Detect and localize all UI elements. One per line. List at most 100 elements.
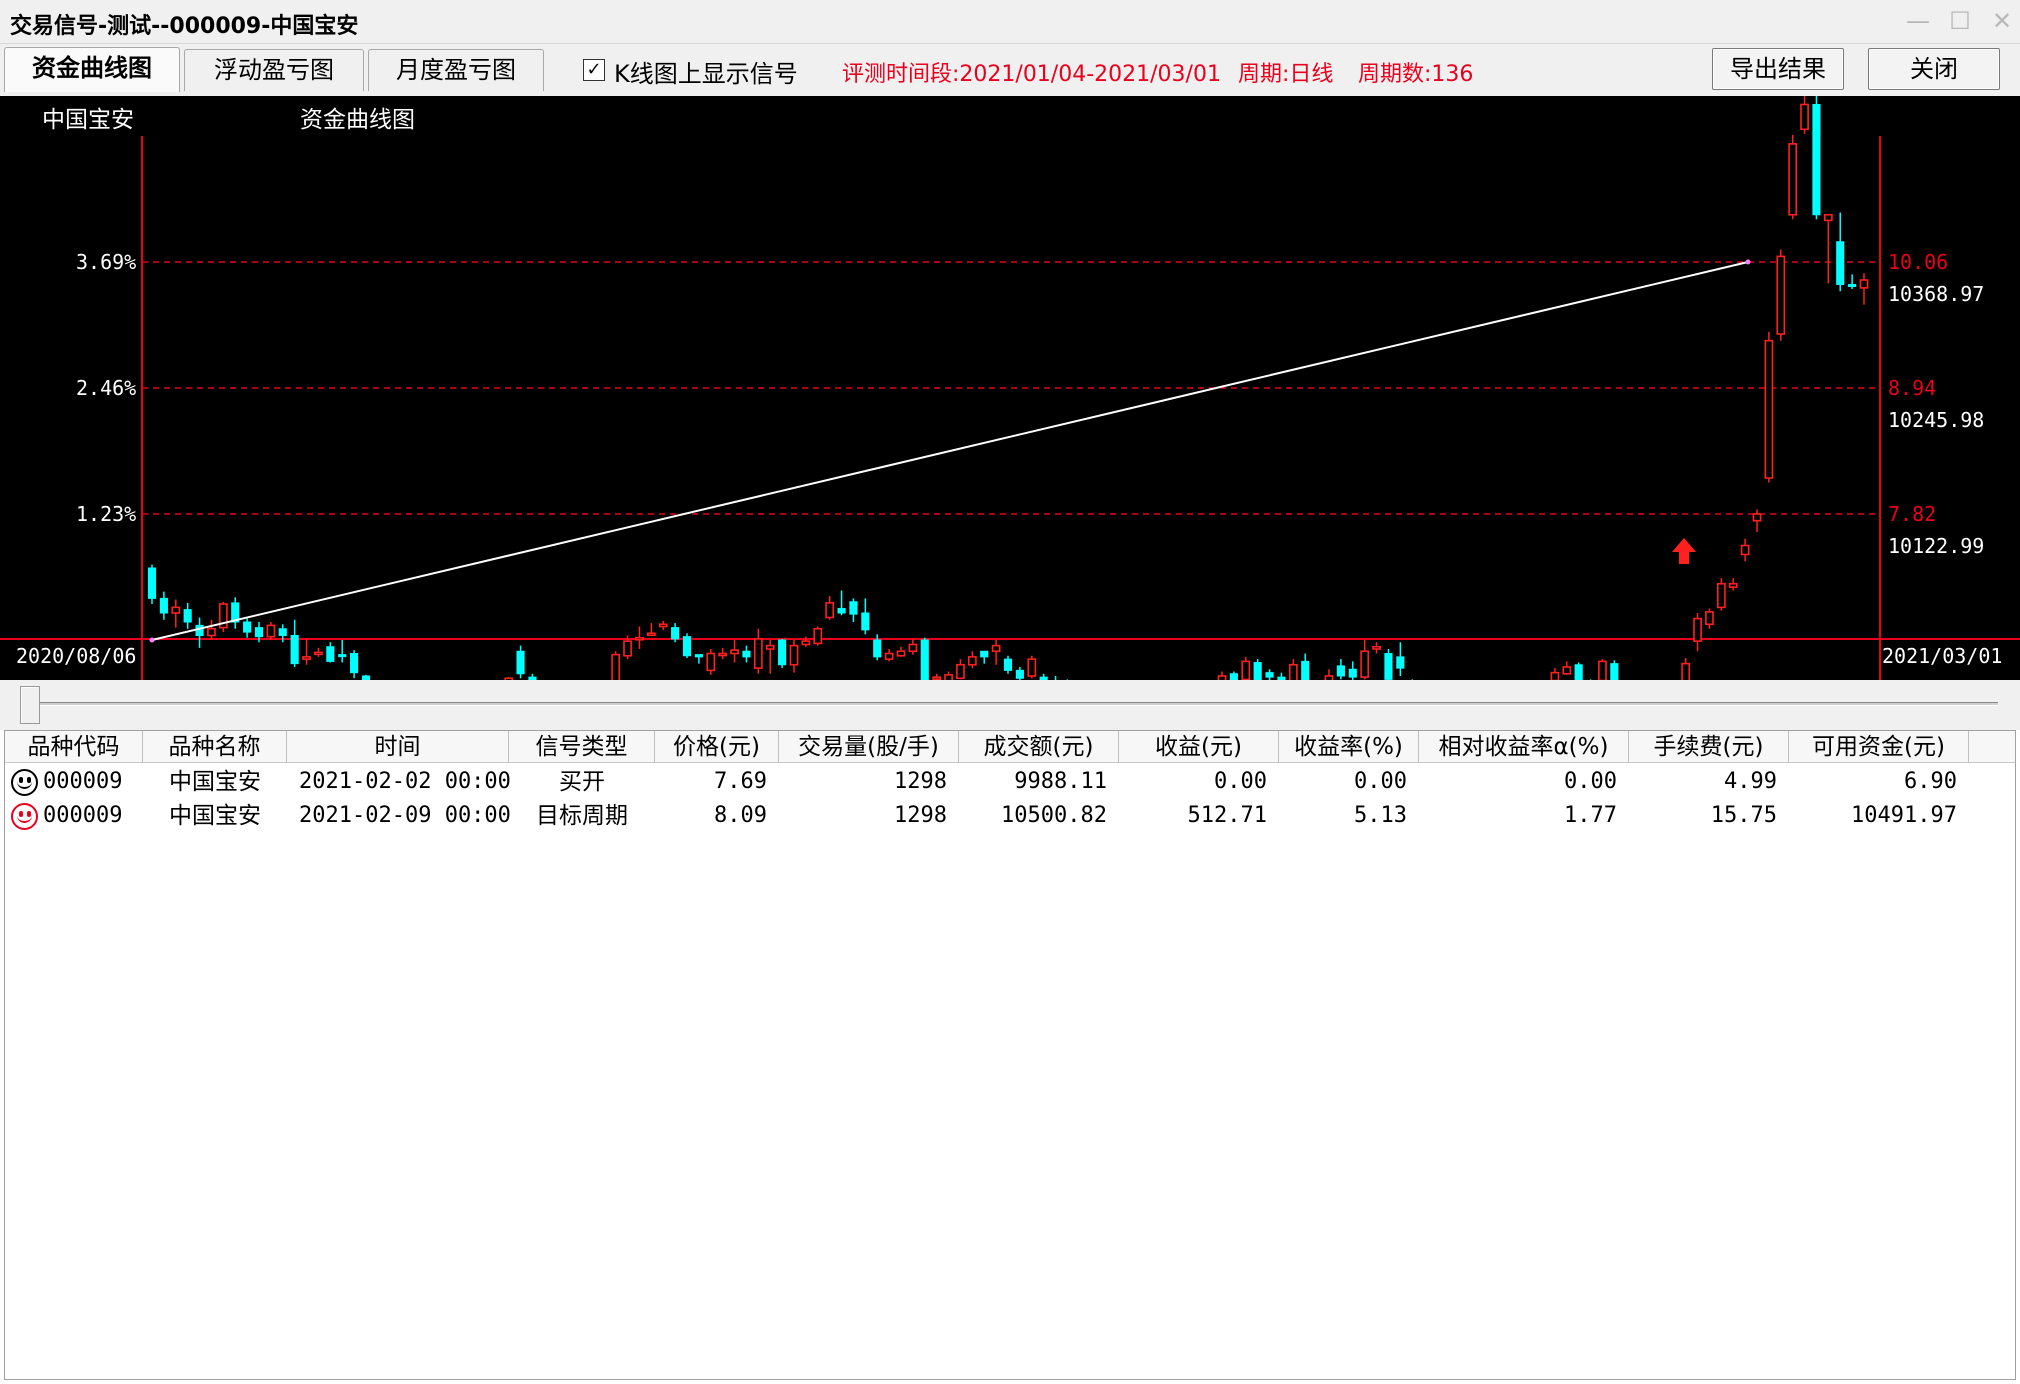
candle-body-up: [635, 636, 644, 641]
candle-body-down: [350, 653, 359, 674]
candle-body-down: [338, 654, 347, 658]
candle-body-up: [706, 652, 716, 672]
left-axis-label: 1.23%: [76, 502, 137, 526]
candle-body-down: [326, 646, 335, 662]
candle-body-up: [1728, 582, 1738, 588]
cell-alpha: 0.00: [1564, 769, 1617, 794]
column-header-fee[interactable]: 手续费(元): [1629, 731, 1789, 763]
candle-body-down: [1336, 665, 1345, 677]
equity-line: [149, 259, 1751, 643]
candle-body-up: [1705, 611, 1714, 626]
candle-body-up: [825, 602, 835, 619]
cell-alpha: 1.77: [1564, 803, 1617, 828]
table-row[interactable]: 000009 中国宝安 2021-02-09 00:00 目标周期 8.09 1…: [5, 799, 2015, 833]
cell-time: 2021-02-02 00:00: [299, 769, 511, 794]
show-signal-checkbox[interactable]: ✓: [583, 59, 605, 81]
candle-body-down: [682, 636, 692, 657]
candle-body-down: [1265, 672, 1274, 678]
candle-body-up: [1681, 662, 1691, 680]
candle-body-up: [896, 650, 906, 657]
neutral-smiley-icon: [11, 769, 38, 796]
candle-body-up: [171, 606, 181, 614]
cell-time: 2021-02-09 00:00: [299, 803, 511, 828]
buy-signal-arrow-icon: [1672, 538, 1696, 564]
candle-body-down: [1836, 241, 1845, 285]
time-slider[interactable]: [0, 680, 2020, 730]
end-date-label: 2021/03/01: [1882, 644, 2003, 668]
cell-profit-rate: 0.00: [1354, 769, 1407, 794]
candle-body-up: [646, 632, 656, 637]
cell-name: 中国宝安: [169, 769, 261, 795]
cell-amount: 9988.11: [1014, 769, 1107, 794]
column-header-profit-rate[interactable]: 收益率(%): [1279, 731, 1419, 763]
cell-price: 7.69: [714, 769, 767, 794]
candle-body-down: [278, 628, 287, 636]
period-label: 评测时间段:2021/01/04-2021/03/01: [842, 62, 1221, 87]
candle-body-down: [195, 624, 204, 636]
column-header-amount[interactable]: 成交额(元): [959, 731, 1119, 763]
column-header-profit[interactable]: 收益(元): [1119, 731, 1279, 763]
candle-body-down: [778, 639, 787, 666]
candle-body-up: [1776, 255, 1786, 335]
column-header-time[interactable]: 时间: [287, 731, 509, 763]
right-axis-capital: 10368.97: [1888, 282, 1985, 306]
cell-profit-rate: 5.13: [1354, 803, 1407, 828]
right-axis-price: 10.06: [1888, 250, 1949, 274]
column-header-code[interactable]: 品种代码: [5, 731, 143, 763]
column-header-type[interactable]: 信号类型: [509, 731, 655, 763]
table-row[interactable]: 000009 中国宝安 2021-02-02 00:00 买开 7.69 129…: [5, 765, 2015, 799]
candle-body-up: [1788, 143, 1798, 216]
candle-body-down: [861, 612, 870, 631]
candle-body-down: [1574, 664, 1583, 680]
candle-body-up: [932, 676, 942, 680]
chart-stock-name: 中国宝安: [42, 107, 134, 133]
cell-profit: 512.71: [1187, 803, 1267, 828]
candle-body-up: [813, 627, 823, 645]
candle-body-up: [1823, 213, 1833, 222]
export-button[interactable]: 导出结果: [1712, 48, 1844, 90]
slider-track[interactable]: [30, 702, 1998, 706]
maximize-icon[interactable]: ☐: [1946, 8, 1974, 34]
cell-price: 8.09: [714, 803, 767, 828]
cell-profit: 0.00: [1214, 769, 1267, 794]
candle-body-down: [183, 609, 192, 623]
candle-body-up: [1550, 671, 1560, 680]
left-axis-label: 2.46%: [76, 376, 137, 400]
candle-body-up: [623, 640, 632, 657]
red-smiley-icon: [11, 803, 38, 830]
right-axis-capital: 10245.98: [1888, 408, 1985, 432]
cell-code: 000009: [43, 769, 123, 794]
slider-thumb[interactable]: [20, 686, 40, 724]
candle-body-down: [742, 650, 751, 658]
candle-body-down: [1348, 668, 1357, 678]
close-button[interactable]: 关闭: [1868, 48, 2000, 90]
candle-body-up: [302, 656, 311, 660]
candle-body-down: [837, 608, 846, 614]
minimize-icon[interactable]: —: [1904, 8, 1932, 34]
tab-floating-pnl[interactable]: 浮动盈亏图: [184, 49, 364, 91]
column-header-name[interactable]: 品种名称: [143, 731, 287, 763]
equity-endpoint: [1745, 259, 1751, 265]
candle-body-up: [1360, 650, 1370, 678]
tab-equity-curve[interactable]: 资金曲线图: [4, 47, 180, 92]
cell-cash: 6.90: [1904, 769, 1957, 794]
close-window-icon[interactable]: ✕: [1988, 8, 2016, 34]
equity-curve: [151, 261, 1749, 641]
tab-monthly-pnl[interactable]: 月度盈亏图: [368, 49, 544, 91]
cell-volume: 1298: [894, 803, 947, 828]
column-header-volume[interactable]: 交易量(股/手): [779, 731, 959, 763]
column-header-cash[interactable]: 可用资金(元): [1789, 731, 1969, 763]
column-header-alpha[interactable]: 相对收益率α(%): [1419, 731, 1629, 763]
candle-body-down: [920, 639, 929, 680]
candle-body-up: [1241, 660, 1251, 680]
candle-body-up: [967, 656, 977, 666]
window-title: 交易信号-测试--000009-中国宝安: [10, 14, 359, 39]
column-header-price[interactable]: 价格(元): [655, 731, 779, 763]
candle-body-up: [1859, 279, 1869, 289]
cell-fee: 15.75: [1710, 803, 1777, 828]
candle-body-down: [1003, 658, 1013, 671]
left-axis-label: 3.69%: [76, 250, 137, 274]
candle-body-up: [884, 652, 894, 660]
candle-body-up: [1740, 544, 1750, 556]
cell-type: 买开: [559, 769, 605, 795]
